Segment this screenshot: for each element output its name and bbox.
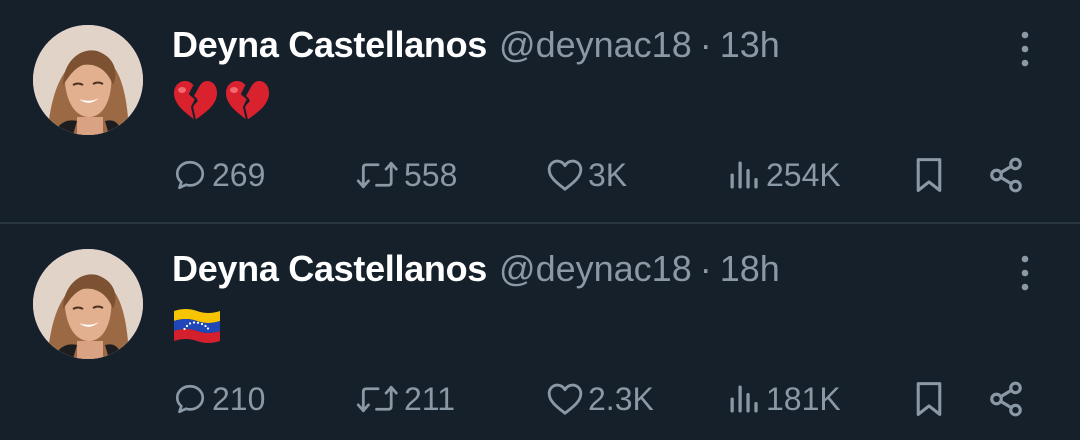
reply-button[interactable]: 210 xyxy=(172,374,265,424)
timestamp[interactable]: 13h xyxy=(720,24,780,65)
avatar[interactable] xyxy=(33,249,143,359)
bookmark-icon xyxy=(916,382,942,416)
views-chart-icon xyxy=(730,161,758,189)
separator-dot: · xyxy=(699,24,712,65)
views-count: 254K xyxy=(766,156,841,193)
tweet[interactable]: Deyna Castellanos @deynac18 · 18h 210 21… xyxy=(0,224,1080,440)
bookmark-button[interactable] xyxy=(910,374,948,424)
retweet-count: 558 xyxy=(404,156,458,193)
retweet-icon xyxy=(356,161,398,189)
timestamp[interactable]: 18h xyxy=(720,248,780,289)
more-options-button[interactable] xyxy=(1012,252,1038,294)
retweet-button[interactable]: 558 xyxy=(356,150,457,200)
reply-count: 269 xyxy=(212,156,266,193)
share-icon xyxy=(990,157,1022,193)
heart-icon xyxy=(547,383,583,415)
handle[interactable]: @deynac18 xyxy=(499,24,692,65)
reply-icon xyxy=(175,160,205,190)
action-bar: 210 211 2.3K 181K xyxy=(0,374,1080,424)
profile-photo-icon xyxy=(33,249,143,359)
reply-count: 210 xyxy=(212,380,266,417)
more-vertical-icon xyxy=(1021,31,1029,67)
avatar[interactable] xyxy=(33,25,143,135)
venezuela-flag-icon xyxy=(174,309,220,343)
retweet-button[interactable]: 211 xyxy=(356,374,455,424)
views-chart-icon xyxy=(730,385,758,413)
views-count: 181K xyxy=(766,380,841,417)
reply-icon xyxy=(175,384,205,414)
broken-heart-icon xyxy=(174,81,217,121)
tweet-text xyxy=(172,76,270,126)
tweet-header: Deyna Castellanos @deynac18 · 13h xyxy=(172,22,780,68)
profile-photo-icon xyxy=(33,25,143,135)
separator-dot: · xyxy=(699,248,712,289)
display-name[interactable]: Deyna Castellanos xyxy=(172,24,487,65)
tweet-feed: Deyna Castellanos @deynac18 · 13h 269 55… xyxy=(0,0,1080,440)
more-options-button[interactable] xyxy=(1012,28,1038,70)
views-button[interactable]: 181K xyxy=(726,374,841,424)
share-icon xyxy=(990,381,1022,417)
more-vertical-icon xyxy=(1021,255,1029,291)
broken-heart-icon xyxy=(226,81,269,121)
action-bar: 269 558 3K 254K xyxy=(0,150,1080,200)
like-count: 2.3K xyxy=(588,380,654,417)
like-count: 3K xyxy=(588,156,628,193)
tweet-header: Deyna Castellanos @deynac18 · 18h xyxy=(172,246,780,292)
display-name[interactable]: Deyna Castellanos xyxy=(172,248,487,289)
reply-button[interactable]: 269 xyxy=(172,150,265,200)
bookmark-icon xyxy=(916,158,942,192)
retweet-count: 211 xyxy=(404,380,456,417)
bookmark-button[interactable] xyxy=(910,150,948,200)
handle[interactable]: @deynac18 xyxy=(499,248,692,289)
tweet-text xyxy=(172,300,222,350)
share-button[interactable] xyxy=(986,374,1026,424)
like-button[interactable]: 3K xyxy=(546,150,627,200)
views-button[interactable]: 254K xyxy=(726,150,841,200)
heart-icon xyxy=(547,159,583,191)
like-button[interactable]: 2.3K xyxy=(546,374,654,424)
share-button[interactable] xyxy=(986,150,1026,200)
tweet[interactable]: Deyna Castellanos @deynac18 · 13h 269 55… xyxy=(0,0,1080,220)
retweet-icon xyxy=(356,385,398,413)
